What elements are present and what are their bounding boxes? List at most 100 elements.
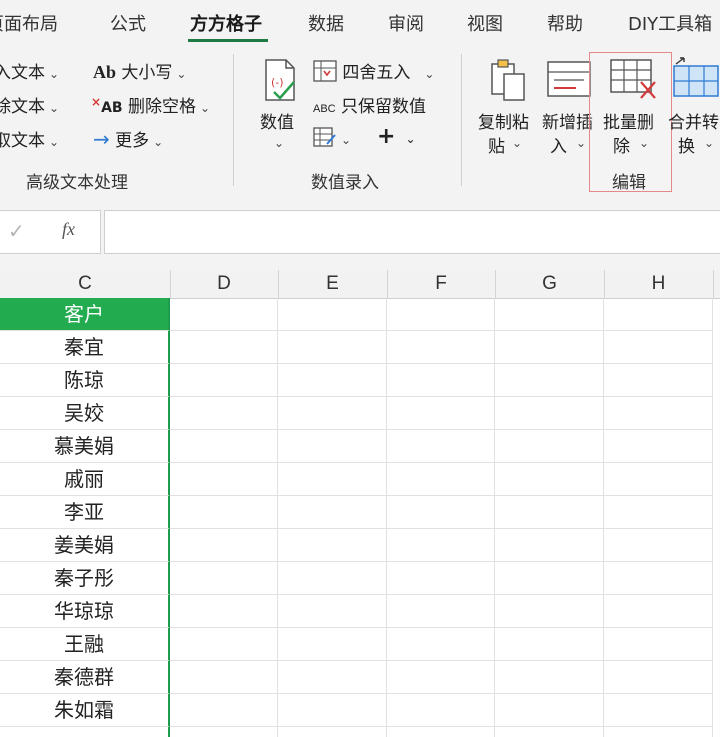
empty-cell[interactable] <box>495 496 604 529</box>
empty-cell[interactable] <box>387 397 495 430</box>
empty-cell[interactable] <box>495 364 604 397</box>
empty-cell[interactable] <box>495 595 604 628</box>
empty-cell[interactable] <box>604 298 713 331</box>
empty-cell[interactable] <box>495 694 604 727</box>
column-header-g[interactable]: G <box>495 270 605 298</box>
empty-cell[interactable] <box>495 298 604 331</box>
insert-text-button[interactable]: 入文本 ⌄ <box>0 58 59 83</box>
values-button[interactable]: (-) 数值 ⌄ <box>252 54 308 162</box>
empty-cell[interactable] <box>278 694 387 727</box>
customer-cell[interactable]: 王融 <box>0 628 170 661</box>
empty-cell[interactable] <box>170 628 278 661</box>
empty-cell[interactable] <box>495 331 604 364</box>
empty-cell[interactable] <box>170 364 278 397</box>
customer-cell[interactable]: 慕美娟 <box>0 430 170 463</box>
copy-paste-button[interactable]: 复制粘 贴 ⌄ <box>476 54 538 162</box>
empty-cell[interactable] <box>387 661 495 694</box>
customer-header-cell[interactable]: 客户 <box>0 298 170 331</box>
empty-cell[interactable] <box>278 661 387 694</box>
empty-cell[interactable] <box>495 463 604 496</box>
tab-page-layout[interactable]: 页面布局 <box>0 10 58 36</box>
empty-cell[interactable] <box>278 463 387 496</box>
case-button[interactable]: Ab 大小写 ⌄ <box>93 58 186 83</box>
customer-cell[interactable]: 李亚 <box>0 496 170 529</box>
empty-cell[interactable] <box>170 496 278 529</box>
batch-delete-button[interactable]: 批量删 除 ⌄ <box>603 54 665 162</box>
empty-cell[interactable] <box>604 661 713 694</box>
empty-cell[interactable] <box>604 595 713 628</box>
remove-text-button[interactable]: 除文本 ⌄ <box>0 92 59 117</box>
empty-cell[interactable] <box>170 430 278 463</box>
empty-cell[interactable] <box>170 463 278 496</box>
empty-cell[interactable] <box>387 727 495 737</box>
empty-cell[interactable] <box>604 397 713 430</box>
empty-cell[interactable] <box>278 397 387 430</box>
empty-cell[interactable] <box>278 727 387 737</box>
tab-review[interactable]: 审阅 <box>388 10 424 36</box>
empty-cell[interactable] <box>170 595 278 628</box>
remove-spaces-button[interactable]: ×AB 删除空格 ⌄ <box>91 92 210 117</box>
empty-cell[interactable] <box>170 397 278 430</box>
empty-cell[interactable] <box>387 694 495 727</box>
empty-cell[interactable] <box>278 496 387 529</box>
empty-cell[interactable] <box>278 628 387 661</box>
empty-cell[interactable] <box>170 331 278 364</box>
column-header-f[interactable]: F <box>387 270 496 298</box>
empty-cell[interactable] <box>278 529 387 562</box>
tab-view[interactable]: 视图 <box>467 10 503 36</box>
empty-cell[interactable] <box>278 595 387 628</box>
tab-help[interactable]: 帮助 <box>547 10 583 36</box>
customer-cell[interactable]: 秦子彤 <box>0 562 170 595</box>
customer-cell[interactable]: 华琼琼 <box>0 595 170 628</box>
customer-cell[interactable] <box>0 727 170 737</box>
empty-cell[interactable] <box>170 727 278 737</box>
keep-values-button[interactable]: ABC 只保留数值 <box>313 92 426 117</box>
empty-cell[interactable] <box>604 727 713 737</box>
empty-cell[interactable] <box>604 364 713 397</box>
empty-cell[interactable] <box>170 562 278 595</box>
empty-cell[interactable] <box>604 331 713 364</box>
empty-cell[interactable] <box>604 628 713 661</box>
tab-fangfang-gezi[interactable]: 方方格子 <box>190 10 262 36</box>
customer-cell[interactable]: 姜美娟 <box>0 529 170 562</box>
customer-cell[interactable]: 戚丽 <box>0 463 170 496</box>
add-button[interactable]: + ⌄ <box>377 124 416 149</box>
fill-options-button[interactable]: ⌄ <box>313 126 351 149</box>
empty-cell[interactable] <box>387 496 495 529</box>
column-header-c[interactable]: C <box>0 270 171 298</box>
column-header-d[interactable]: D <box>170 270 279 298</box>
empty-cell[interactable] <box>495 661 604 694</box>
extract-text-button[interactable]: 取文本 ⌄ <box>0 126 59 151</box>
customer-cell[interactable]: 吴姣 <box>0 397 170 430</box>
empty-cell[interactable] <box>604 496 713 529</box>
empty-cell[interactable] <box>387 430 495 463</box>
formula-input[interactable] <box>104 210 720 254</box>
empty-cell[interactable] <box>387 595 495 628</box>
empty-cell[interactable] <box>495 727 604 737</box>
empty-cell[interactable] <box>495 562 604 595</box>
empty-cell[interactable] <box>387 562 495 595</box>
check-icon[interactable]: ✓ <box>8 219 25 243</box>
empty-cell[interactable] <box>604 463 713 496</box>
empty-cell[interactable] <box>495 397 604 430</box>
tab-formulas[interactable]: 公式 <box>110 10 146 36</box>
empty-cell[interactable] <box>387 529 495 562</box>
empty-cell[interactable] <box>604 430 713 463</box>
empty-cell[interactable] <box>495 430 604 463</box>
empty-cell[interactable] <box>387 364 495 397</box>
round-button[interactable]: 四舍五入 ⌄ <box>313 58 434 83</box>
empty-cell[interactable] <box>604 529 713 562</box>
empty-cell[interactable] <box>170 529 278 562</box>
empty-cell[interactable] <box>278 430 387 463</box>
empty-cell[interactable] <box>278 562 387 595</box>
column-header-h[interactable]: H <box>604 270 714 298</box>
more-button[interactable]: → 更多 ⌄ <box>93 126 163 151</box>
empty-cell[interactable] <box>278 298 387 331</box>
empty-cell[interactable] <box>170 661 278 694</box>
empty-cell[interactable] <box>387 463 495 496</box>
empty-cell[interactable] <box>170 298 278 331</box>
empty-cell[interactable] <box>604 562 713 595</box>
empty-cell[interactable] <box>278 364 387 397</box>
customer-cell[interactable]: 陈琼 <box>0 364 170 397</box>
column-header-e[interactable]: E <box>278 270 388 298</box>
